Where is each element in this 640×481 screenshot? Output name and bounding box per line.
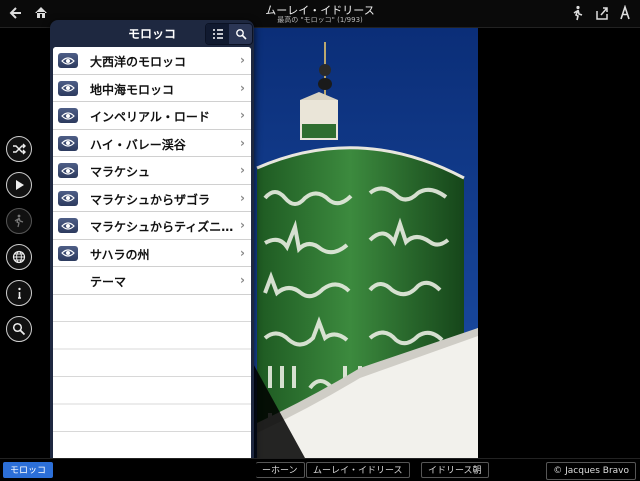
list-item[interactable]: マラケシュからティズニ… › (53, 212, 251, 240)
chevron-right-icon: › (240, 190, 245, 205)
walk-button[interactable] (6, 208, 32, 234)
search-button[interactable] (6, 316, 32, 342)
walk-icon[interactable] (570, 5, 586, 21)
list-item-label: マラケシュからザゴラ (90, 192, 211, 207)
play-button[interactable] (6, 172, 32, 198)
list-item-label: 大西洋のモロッコ (90, 55, 187, 69)
eye-icon[interactable] (58, 80, 78, 96)
region-popover: モロッコ 大西洋のモロッコ › 地中海モロッコ › インペリアル・ロード › ハ… (50, 20, 254, 470)
breadcrumb-item-morocco[interactable]: モロッコ (3, 462, 54, 478)
list-item[interactable]: 地中海モロッコ › (53, 74, 251, 102)
list-item-label: サハラの州 (90, 247, 150, 262)
region-list: 大西洋のモロッコ › 地中海モロッコ › インペリアル・ロード › ハイ・バレー… (53, 47, 251, 463)
eye-icon[interactable] (58, 163, 78, 178)
list-item[interactable]: マラケシュ › (53, 157, 251, 185)
list-item-label: テーマ (90, 275, 127, 289)
eye-icon[interactable] (58, 108, 78, 123)
list-view-segment[interactable] (206, 24, 229, 44)
breadcrumb: モロッコ ーホーン ムーレイ・イドリース イドリース朝 © Jacques Br… (0, 458, 640, 481)
list-icon (212, 29, 223, 39)
chevron-right-icon: › (240, 273, 245, 287)
breadcrumb-item-place[interactable]: ムーレイ・イドリース (306, 462, 410, 478)
search-icon (12, 322, 26, 336)
list-item-label: マラケシュ (90, 165, 151, 179)
font-size-icon[interactable] (617, 4, 633, 21)
popover-header: モロッコ (50, 20, 254, 46)
breadcrumb-item-topic[interactable]: イドリース朝 (421, 462, 489, 478)
list-item[interactable]: マラケシュからザゴラ › (53, 184, 251, 212)
search-icon (235, 29, 247, 40)
list-item[interactable]: ハイ・バレー渓谷 › (53, 129, 251, 157)
share-icon[interactable] (594, 5, 610, 21)
chevron-right-icon: › (240, 108, 245, 122)
eye-icon[interactable] (58, 135, 78, 151)
chevron-right-icon: › (240, 135, 245, 150)
walk-icon (14, 214, 24, 228)
info-icon (18, 287, 21, 299)
globe-icon (12, 250, 26, 264)
chevron-right-icon: › (240, 218, 245, 232)
list-item[interactable]: テーマ › (53, 267, 251, 295)
globe-button[interactable] (6, 244, 32, 270)
list-item-label: インペリアル・ロード (90, 110, 210, 124)
eye-icon[interactable] (58, 218, 78, 233)
chevron-right-icon: › (240, 53, 245, 67)
search-segment[interactable] (229, 24, 252, 44)
list-item-label: ハイ・バレー渓谷 (90, 137, 186, 152)
list-item[interactable]: サハラの州 › (53, 239, 251, 267)
list-item[interactable]: インペリアル・ロード › (53, 102, 251, 130)
shuffle-button[interactable] (6, 136, 32, 162)
eye-icon[interactable] (58, 53, 78, 68)
eye-icon[interactable] (58, 245, 78, 261)
play-icon (16, 180, 24, 190)
chevron-right-icon: › (240, 163, 245, 177)
minaret-photo (250, 28, 478, 458)
list-item-label: マラケシュからティズニ… (90, 220, 234, 234)
photo-credit: © Jacques Bravo (546, 462, 636, 480)
list-item[interactable]: 大西洋のモロッコ › (53, 47, 251, 75)
chevron-right-icon: › (240, 80, 245, 95)
eye-icon[interactable] (58, 190, 78, 206)
list-item-label: 地中海モロッコ (90, 82, 175, 97)
info-button[interactable] (6, 280, 32, 306)
breadcrumb-item-region[interactable]: ーホーン (256, 462, 305, 478)
chevron-right-icon: › (240, 245, 245, 260)
shuffle-icon (13, 143, 26, 155)
view-segmented-control[interactable] (205, 23, 253, 45)
